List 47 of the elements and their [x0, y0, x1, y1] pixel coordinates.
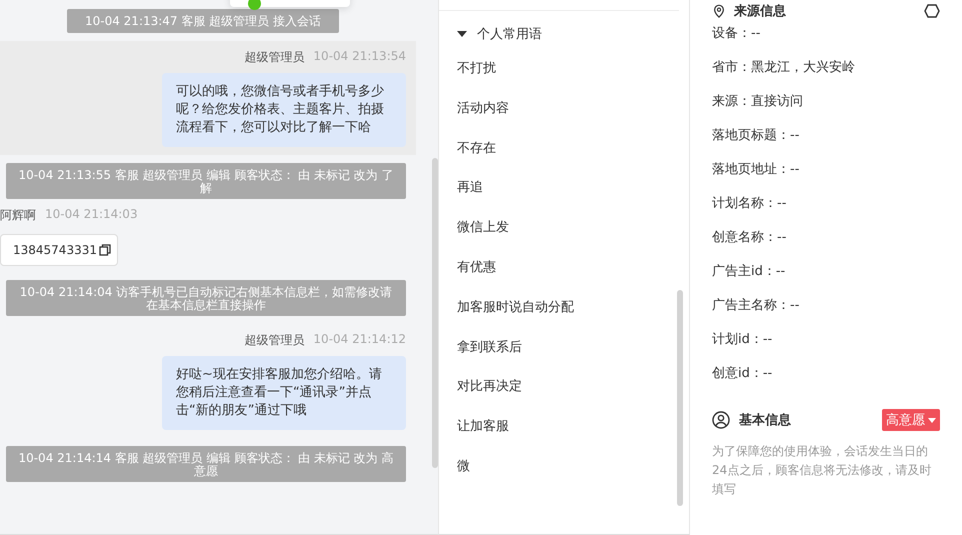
system-message: 10-04 21:13:55 客服 超级管理员 编辑 顾客状态： 由 未标记 改为 了解 — [6, 163, 406, 199]
quick-reply-item[interactable]: 再追 — [457, 178, 689, 218]
quick-reply-item[interactable]: 加客服时说自动分配 — [457, 298, 689, 338]
section-title: 来源信息 — [734, 3, 787, 20]
info-line: 创意id：-- — [712, 365, 772, 383]
info-line: 广告主id：-- — [712, 263, 786, 281]
group-header[interactable]: 个人常用语 — [457, 11, 689, 59]
quick-reply-item[interactable]: 对比再决定 — [457, 377, 689, 418]
quick-reply-item[interactable]: 微 — [457, 456, 689, 497]
info-line: 计划id：-- — [712, 331, 772, 349]
info-line: 落地页地址：-- — [712, 161, 800, 179]
info-note: 为了保障您的使用体验，会话发生当日的24点之后，顾客信息将无法修改，请及时填写 — [712, 443, 932, 498]
quick-reply-item[interactable]: 不打扰 — [457, 59, 689, 99]
quick-reply-item[interactable]: 有优惠 — [457, 258, 689, 298]
info-line: 计划名称：-- — [712, 195, 786, 213]
sender-name: 超级管理员 — [244, 332, 304, 349]
message-time: 10-04 21:14:12 — [313, 332, 406, 348]
location-pin-icon — [712, 3, 726, 19]
scrollbar[interactable] — [677, 290, 683, 506]
sender-name: 超级管理员 — [244, 49, 304, 66]
user-icon — [712, 411, 730, 429]
message-time: 10-04 21:13:54 — [313, 49, 406, 65]
quick-reply-item[interactable]: 让加客服 — [457, 417, 689, 457]
scrollbar[interactable] — [432, 158, 438, 468]
copy-icon[interactable] — [98, 244, 111, 256]
sender-name: 阿辉啊 — [0, 207, 36, 224]
info-line: 落地页标题：-- — [712, 127, 800, 145]
info-line: 广告主名称：-- — [712, 297, 800, 315]
section-title: 基本信息 — [739, 412, 792, 429]
message-time: 10-04 21:14:03 — [45, 207, 138, 223]
info-line: 创意名称：-- — [712, 229, 786, 247]
info-line: 省市：黑龙江，大兴安岭 — [712, 59, 855, 77]
quick-reply-item[interactable]: 活动内容 — [457, 98, 689, 139]
system-message: 10-04 21:13:47 客服 超级管理员 接入会话 — [67, 9, 339, 33]
info-line: 设备：-- — [712, 25, 760, 43]
phone-number: 13845743331 — [13, 243, 97, 257]
hexagon-icon[interactable] — [924, 3, 940, 19]
quick-reply-item[interactable]: 微信上发 — [457, 218, 689, 258]
success-icon — [248, 0, 261, 10]
message-bubble: 好哒~现在安排客服加您介绍哈。请您稍后注意查看一下“通讯录”并点击“新的朋友”通过下哦 — [162, 356, 406, 430]
message-bubble: 可以的哦，您微信号或者手机号多少呢？给您发价格表、主题客片、拍摄流程看下，您可以对比了解一下哈 — [162, 73, 406, 147]
quick-reply-item[interactable]: 拿到联系后 — [457, 338, 689, 378]
info-line: 来源：直接访问 — [712, 93, 803, 111]
status-dropdown[interactable]: 高意愿 — [882, 409, 940, 431]
system-message: 10-04 21:14:14 客服 超级管理员 编辑 顾客状态： 由 未标记 改为 高意愿 — [6, 446, 406, 482]
quick-reply-item[interactable]: 不存在 — [457, 138, 689, 178]
system-message: 10-04 21:14:04 访客手机号已自动标记右侧基本信息栏，如需修改请在基本信息栏直接操作 — [6, 280, 406, 316]
